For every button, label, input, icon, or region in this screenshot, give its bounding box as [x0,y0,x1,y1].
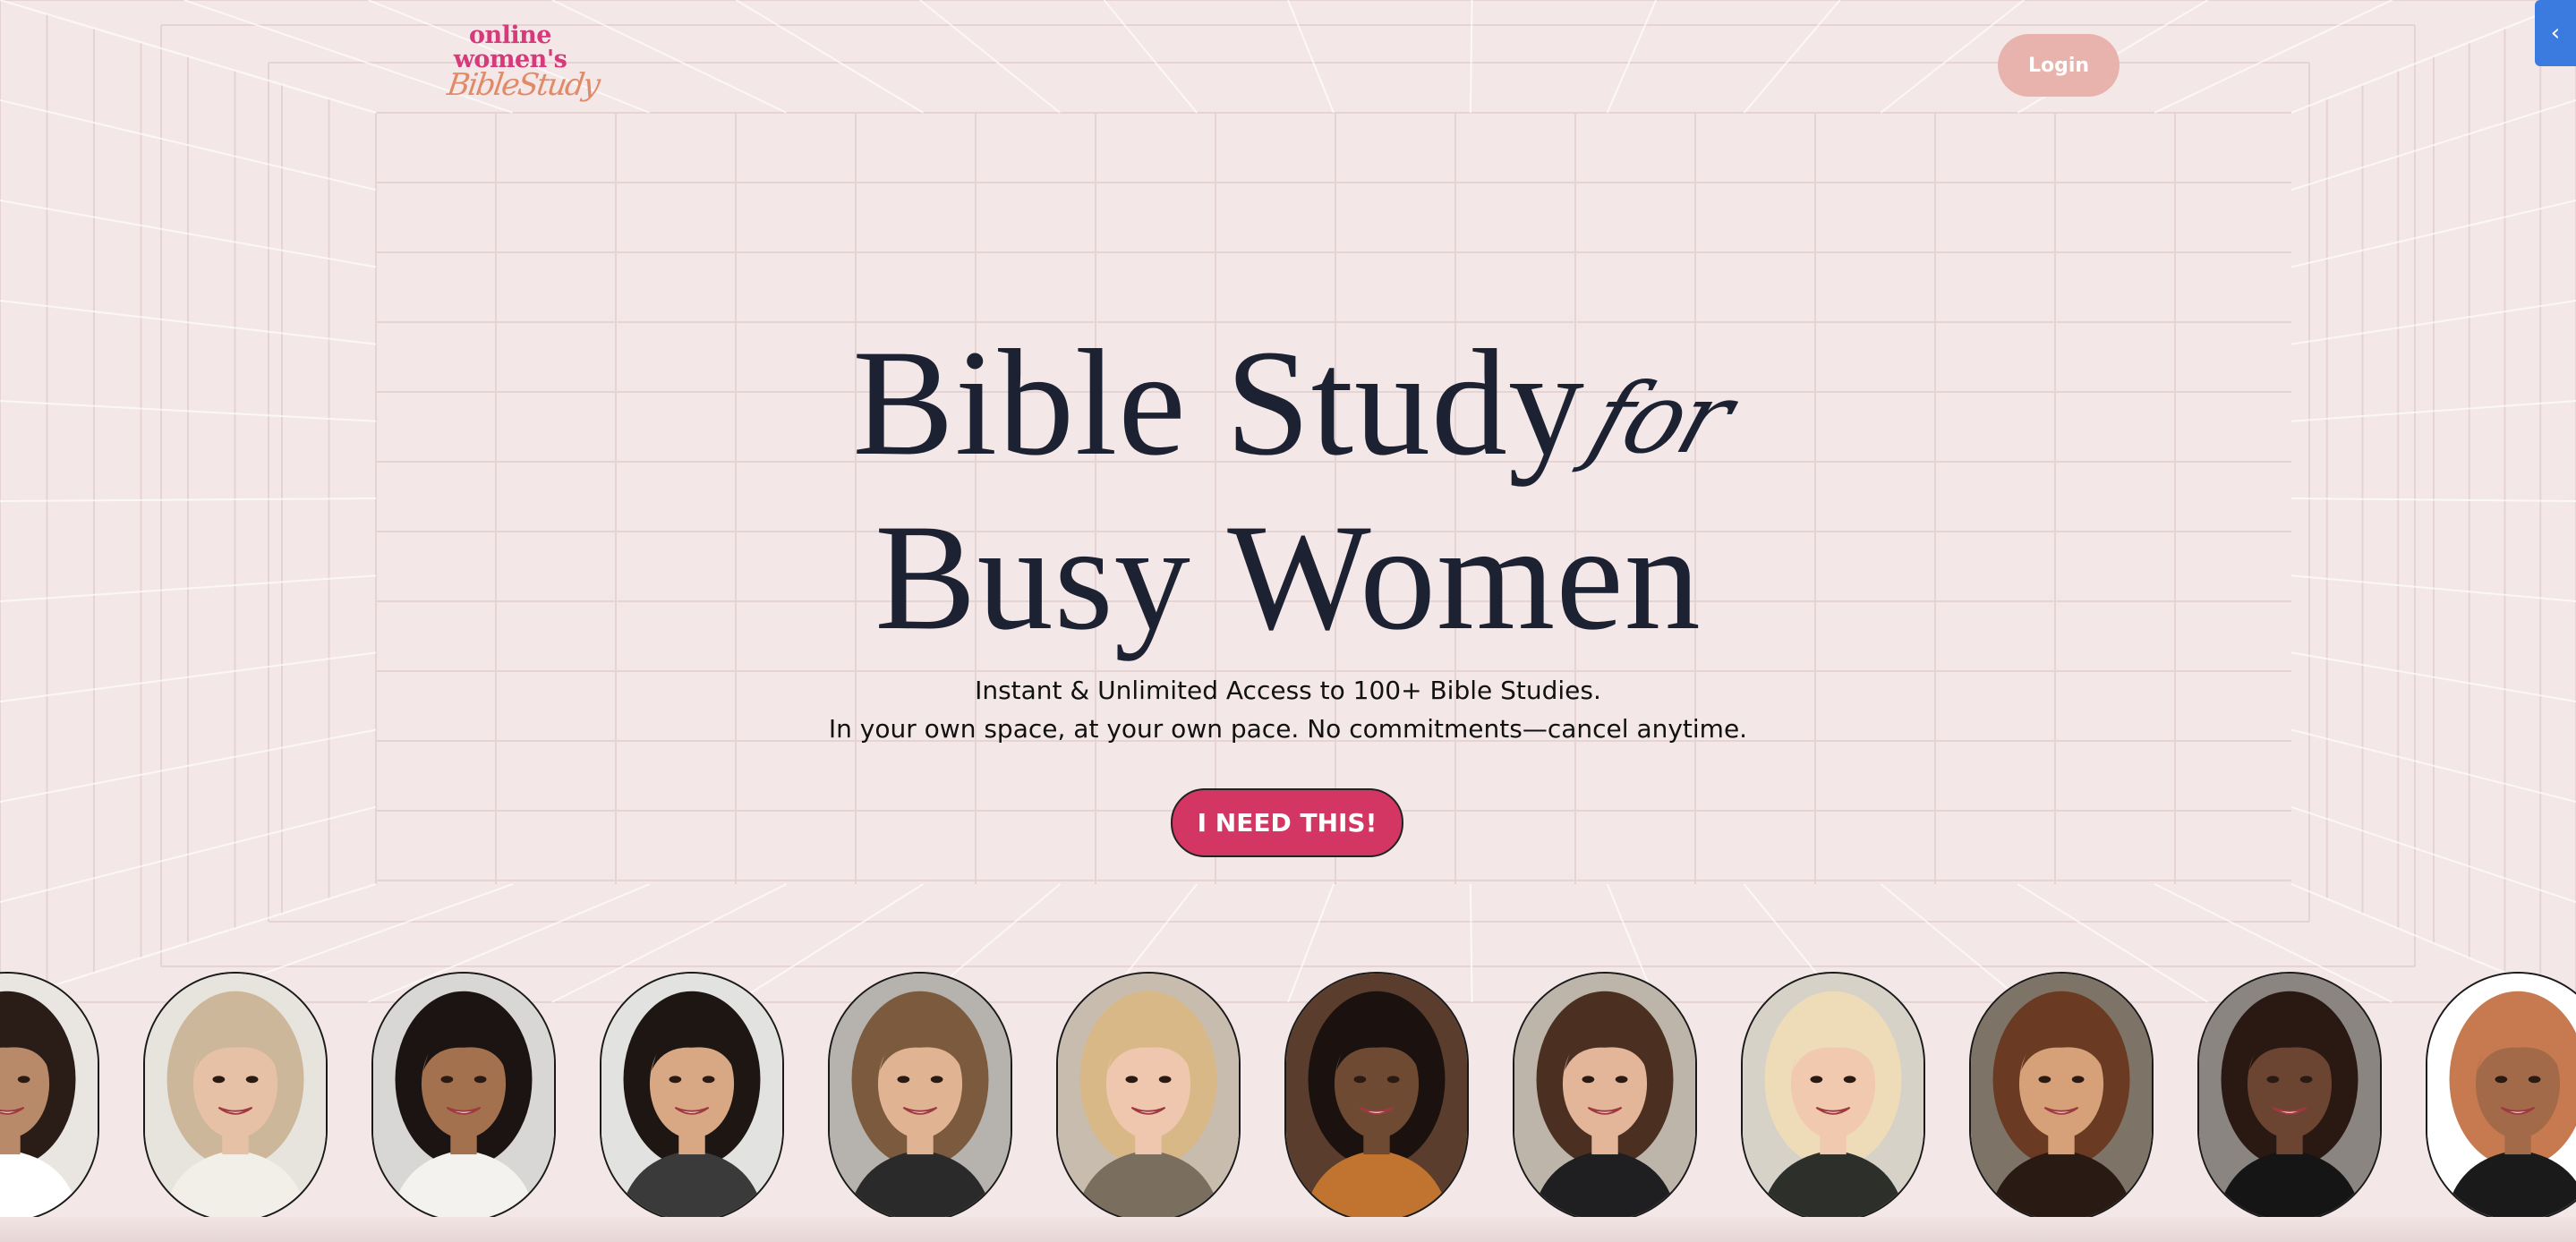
login-button[interactable]: Login [1998,34,2120,97]
portrait-6 [1056,972,1241,1222]
portrait-5 [828,972,1012,1222]
hero-subtitle-1: Instant & Unlimited Access to 100+ Bible… [975,676,1601,705]
portrait-12 [2426,972,2576,1222]
portrait-10 [1969,972,2154,1222]
portrait-2 [143,972,328,1222]
portrait-carousel [0,972,2576,1226]
hero-title-bible-study: Bible Study [852,319,1585,487]
cta-button[interactable]: I NEED THIS! [1171,788,1403,857]
portrait-8 [1513,972,1697,1222]
hero-title: Bible Studyfor Busy Women [0,318,2576,662]
chevron-left-icon: ‹ [2550,20,2561,47]
logo-line-biblestudy: BibleStudy [445,67,601,103]
portrait-1 [0,972,99,1222]
side-panel-toggle[interactable]: ‹ [2535,0,2576,66]
hero-subtitle-2: In your own space, at your own pace. No … [828,714,1748,744]
portrait-7 [1284,972,1469,1222]
portrait-3 [371,972,556,1222]
portrait-9 [1741,972,1925,1222]
hero-title-for: for [1576,363,1743,475]
hero-title-line-2: Busy Women [874,493,1702,661]
logo-line-online: online [469,21,551,49]
portrait-11 [2197,972,2382,1222]
portrait-4 [600,972,784,1222]
site-logo[interactable]: online women's BibleStudy [445,21,601,106]
hero-title-line-1: Bible Studyfor [0,318,2576,492]
site-header: online women's BibleStudy Login [0,0,2576,116]
footer-shade [0,1217,2576,1242]
